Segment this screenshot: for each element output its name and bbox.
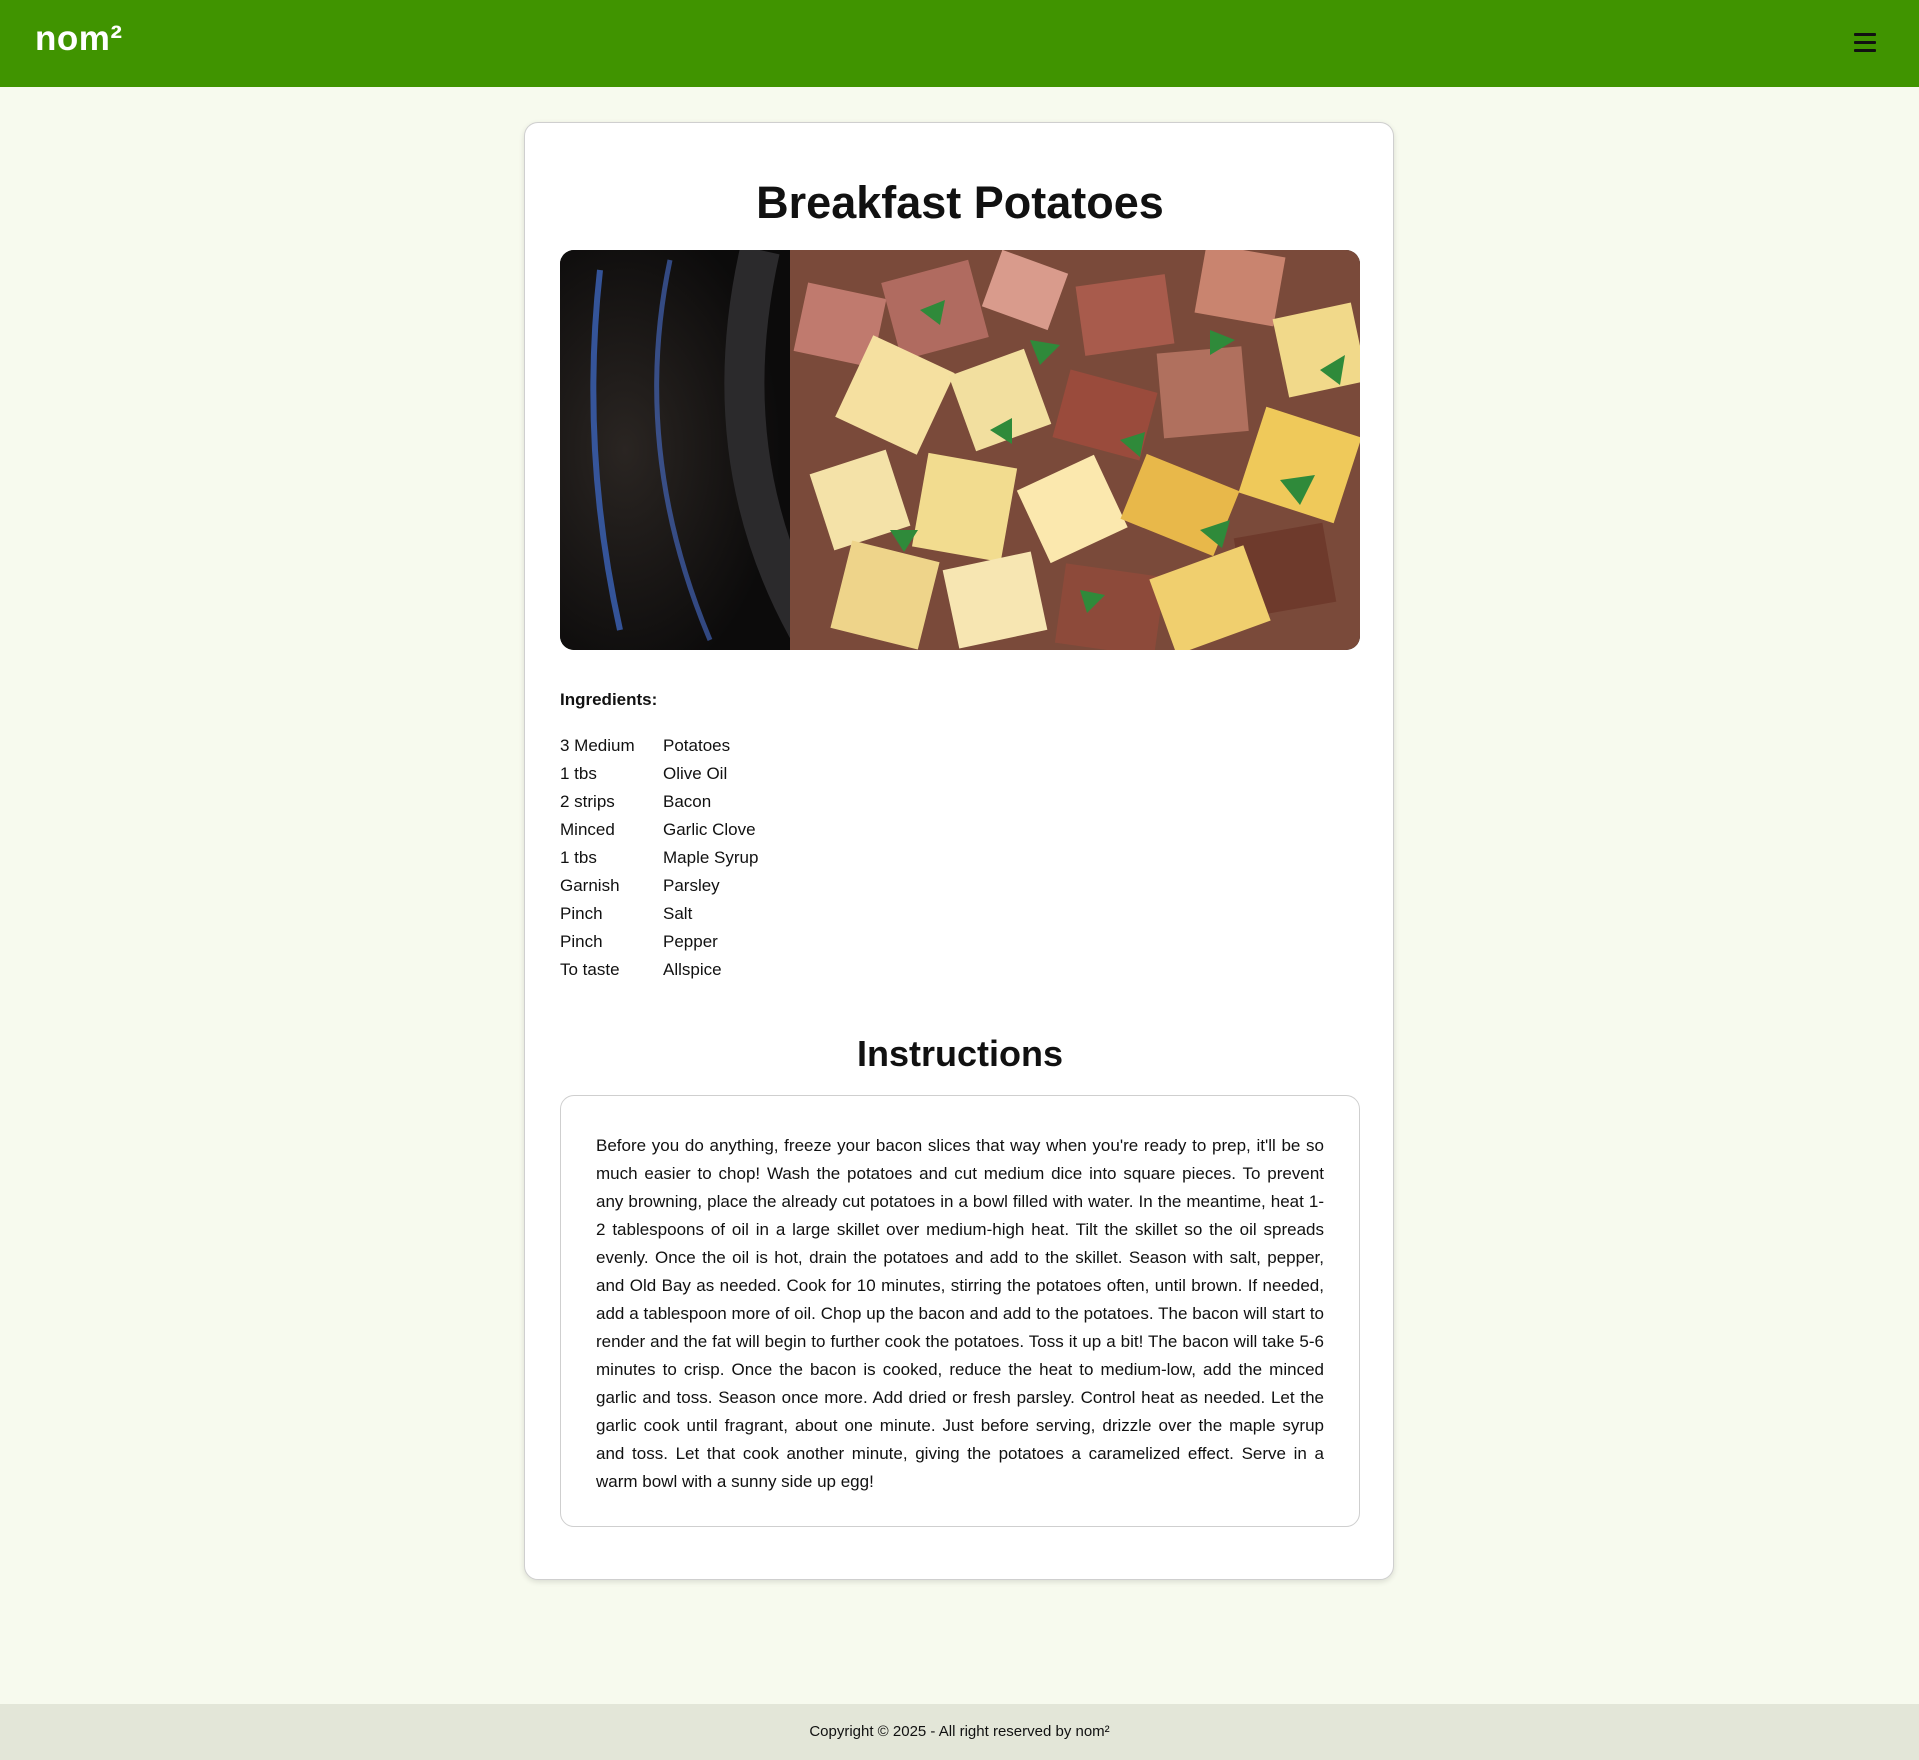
ingredient-name: Bacon bbox=[663, 792, 712, 811]
menu-bar bbox=[1854, 41, 1876, 44]
ingredient-row: 2 strips Bacon bbox=[560, 788, 758, 816]
ingredient-row: Garnish Parsley bbox=[560, 872, 758, 900]
recipe-title: Breakfast Potatoes bbox=[756, 177, 1164, 228]
menu-bar bbox=[1854, 49, 1876, 52]
ingredient-quantity: 1 tbs bbox=[560, 764, 597, 783]
ingredient-name: Potatoes bbox=[663, 736, 731, 755]
ingredient-quantity: Pinch bbox=[560, 904, 603, 923]
ingredient-quantity: Garnish bbox=[560, 876, 620, 895]
top-navbar: nom² bbox=[0, 0, 1919, 87]
ingredient-quantity: Pinch bbox=[560, 932, 603, 951]
ingredient-name: Garlic Clove bbox=[663, 820, 756, 839]
ingredient-row: Pinch Pepper bbox=[560, 928, 758, 956]
recipe-photo bbox=[560, 250, 1360, 650]
ingredients-label: Ingredients: bbox=[560, 690, 658, 709]
ingredients-table: 3 Medium Potatoes 1 tbs Olive Oil 2 stri… bbox=[560, 732, 758, 984]
footer: Copyright © 2025 - All right reserved by… bbox=[0, 1704, 1919, 1760]
instructions-box: Before you do anything, freeze your baco… bbox=[560, 1095, 1360, 1527]
instructions-text: Before you do anything, freeze your baco… bbox=[596, 1136, 1324, 1491]
ingredient-row: Minced Garlic Clove bbox=[560, 816, 758, 844]
brand-logo[interactable]: nom² bbox=[35, 19, 123, 59]
ingredient-row: 3 Medium Potatoes bbox=[560, 732, 758, 760]
ingredient-name: Olive Oil bbox=[663, 764, 728, 783]
ingredient-quantity: Minced bbox=[560, 820, 615, 839]
ingredient-name: Salt bbox=[663, 904, 693, 923]
ingredient-quantity: 1 tbs bbox=[560, 848, 597, 867]
hamburger-menu-icon[interactable] bbox=[1851, 30, 1879, 54]
menu-bar bbox=[1854, 33, 1876, 36]
ingredient-row: 1 tbs Maple Syrup bbox=[560, 844, 758, 872]
ingredient-row: To taste Allspice bbox=[560, 956, 758, 984]
ingredient-quantity: 3 Medium bbox=[560, 736, 635, 755]
ingredient-name: Allspice bbox=[663, 960, 722, 979]
ingredient-name: Pepper bbox=[663, 932, 718, 951]
ingredient-row: Pinch Salt bbox=[560, 900, 758, 928]
ingredient-quantity: To taste bbox=[560, 960, 620, 979]
ingredient-name: Parsley bbox=[663, 876, 720, 895]
ingredient-name: Maple Syrup bbox=[663, 848, 759, 867]
recipe-card: Breakfast Potatoes Ingredients: 3 Medium… bbox=[524, 122, 1394, 1580]
ingredient-quantity: 2 strips bbox=[560, 792, 615, 811]
ingredient-row: 1 tbs Olive Oil bbox=[560, 760, 758, 788]
copyright-text: Copyright © 2025 - All right reserved by… bbox=[809, 1723, 1110, 1740]
instructions-title: Instructions bbox=[856, 1033, 1063, 1074]
